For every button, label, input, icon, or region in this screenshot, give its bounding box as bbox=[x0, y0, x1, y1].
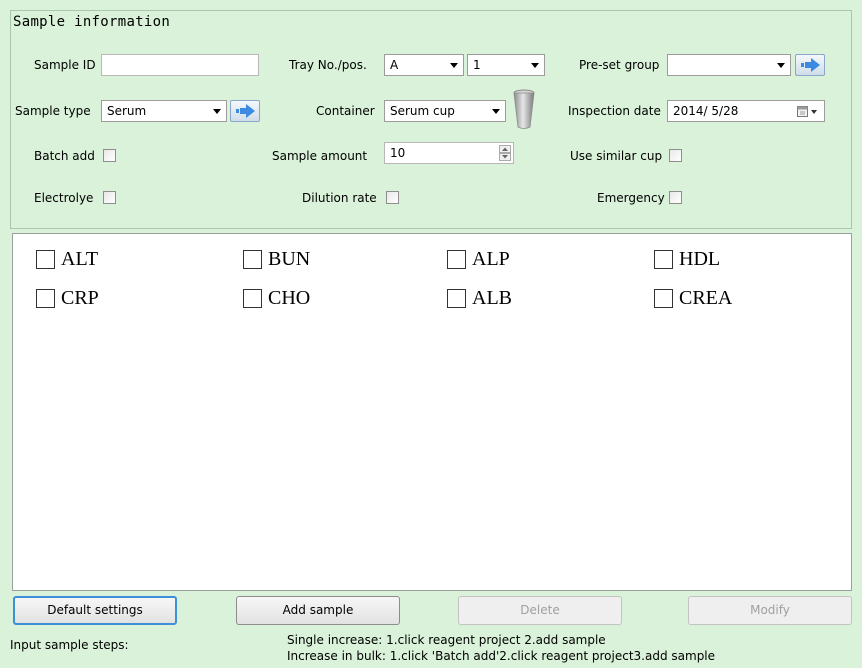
input-steps-label: Input sample steps: bbox=[10, 638, 129, 652]
checkbox[interactable] bbox=[243, 249, 262, 269]
test-item-cho[interactable]: CHO bbox=[243, 287, 310, 309]
tray-select[interactable]: A bbox=[384, 54, 464, 76]
calendar-icon[interactable] bbox=[797, 106, 819, 117]
dilution-rate-label: Dilution rate bbox=[302, 191, 377, 205]
chevron-down-icon bbox=[213, 109, 221, 114]
container-select[interactable]: Serum cup bbox=[384, 100, 506, 122]
test-item-crea[interactable]: CREA bbox=[654, 287, 732, 309]
container-label: Container bbox=[316, 104, 375, 118]
test-item-bun[interactable]: BUN bbox=[243, 248, 310, 270]
use-similar-cup-label: Use similar cup bbox=[570, 149, 663, 163]
sample-type-value: Serum bbox=[107, 104, 147, 118]
cup-icon bbox=[513, 89, 535, 129]
chevron-down-icon bbox=[492, 109, 500, 114]
chevron-down-icon bbox=[450, 63, 458, 68]
chevron-down-icon bbox=[777, 63, 785, 68]
test-item-alp[interactable]: ALP bbox=[447, 248, 510, 270]
arrow-right-icon bbox=[236, 104, 255, 118]
test-item-hdl[interactable]: HDL bbox=[654, 248, 720, 270]
checkbox[interactable] bbox=[654, 288, 673, 308]
test-item-label: CREA bbox=[679, 287, 733, 309]
preset-group-label: Pre-set group bbox=[579, 58, 660, 72]
checkbox[interactable] bbox=[36, 288, 55, 308]
spinner-arrows-icon[interactable] bbox=[499, 145, 511, 161]
test-item-label: BUN bbox=[268, 248, 311, 270]
sample-type-apply-button[interactable] bbox=[230, 100, 260, 122]
emergency-label: Emergency bbox=[597, 191, 665, 205]
default-settings-button[interactable]: Default settings bbox=[13, 596, 177, 625]
batch-add-label: Batch add bbox=[34, 149, 95, 163]
tray-label: Tray No./pos. bbox=[289, 58, 367, 72]
electrolye-label: Electrolye bbox=[34, 191, 94, 205]
checkbox[interactable] bbox=[447, 249, 466, 269]
container-value: Serum cup bbox=[390, 104, 455, 118]
sample-type-select[interactable]: Serum bbox=[101, 100, 227, 122]
test-item-alt[interactable]: ALT bbox=[36, 248, 98, 270]
position-select-value: 1 bbox=[473, 58, 481, 72]
inspection-date-label: Inspection date bbox=[568, 104, 661, 118]
electrolye-checkbox[interactable] bbox=[103, 191, 116, 204]
checkbox[interactable] bbox=[243, 288, 262, 308]
test-item-label: HDL bbox=[679, 248, 721, 270]
preset-group-apply-button[interactable] bbox=[795, 54, 825, 76]
bulk-increase-hint: Increase in bulk: 1.click 'Batch add'2.c… bbox=[287, 649, 716, 663]
chevron-down-icon bbox=[531, 63, 539, 68]
checkbox[interactable] bbox=[654, 249, 673, 269]
delete-button[interactable]: Delete bbox=[458, 596, 622, 625]
test-item-label: ALP bbox=[472, 248, 510, 270]
sample-amount-input[interactable]: 10 bbox=[384, 142, 514, 164]
arrow-right-icon bbox=[801, 58, 820, 72]
sample-id-input[interactable] bbox=[101, 54, 259, 76]
sample-type-label: Sample type bbox=[15, 104, 91, 118]
emergency-checkbox[interactable] bbox=[669, 191, 682, 204]
test-item-label: CRP bbox=[61, 287, 99, 309]
test-item-label: CHO bbox=[268, 287, 311, 309]
position-select[interactable]: 1 bbox=[467, 54, 545, 76]
sample-amount-label: Sample amount bbox=[272, 149, 368, 163]
batch-add-checkbox[interactable] bbox=[103, 149, 116, 162]
test-item-crp[interactable]: CRP bbox=[36, 287, 99, 309]
use-similar-cup-checkbox[interactable] bbox=[669, 149, 682, 162]
inspection-date-value: 2014/ 5/28 bbox=[673, 104, 739, 118]
modify-button[interactable]: Modify bbox=[688, 596, 852, 625]
inspection-date-input[interactable]: 2014/ 5/28 bbox=[667, 100, 825, 122]
sample-amount-value: 10 bbox=[390, 146, 406, 160]
add-sample-button[interactable]: Add sample bbox=[236, 596, 400, 625]
dilution-rate-checkbox[interactable] bbox=[386, 191, 399, 204]
sample-id-label: Sample ID bbox=[34, 58, 96, 72]
preset-group-select[interactable] bbox=[667, 54, 791, 76]
checkbox[interactable] bbox=[447, 288, 466, 308]
single-increase-hint: Single increase: 1.click reagent project… bbox=[287, 633, 606, 647]
test-item-label: ALB bbox=[472, 287, 512, 309]
test-item-label: ALT bbox=[61, 248, 99, 270]
section-title: Sample information bbox=[13, 14, 171, 30]
tray-select-value: A bbox=[390, 58, 399, 72]
test-item-alb[interactable]: ALB bbox=[447, 287, 512, 309]
checkbox[interactable] bbox=[36, 249, 55, 269]
